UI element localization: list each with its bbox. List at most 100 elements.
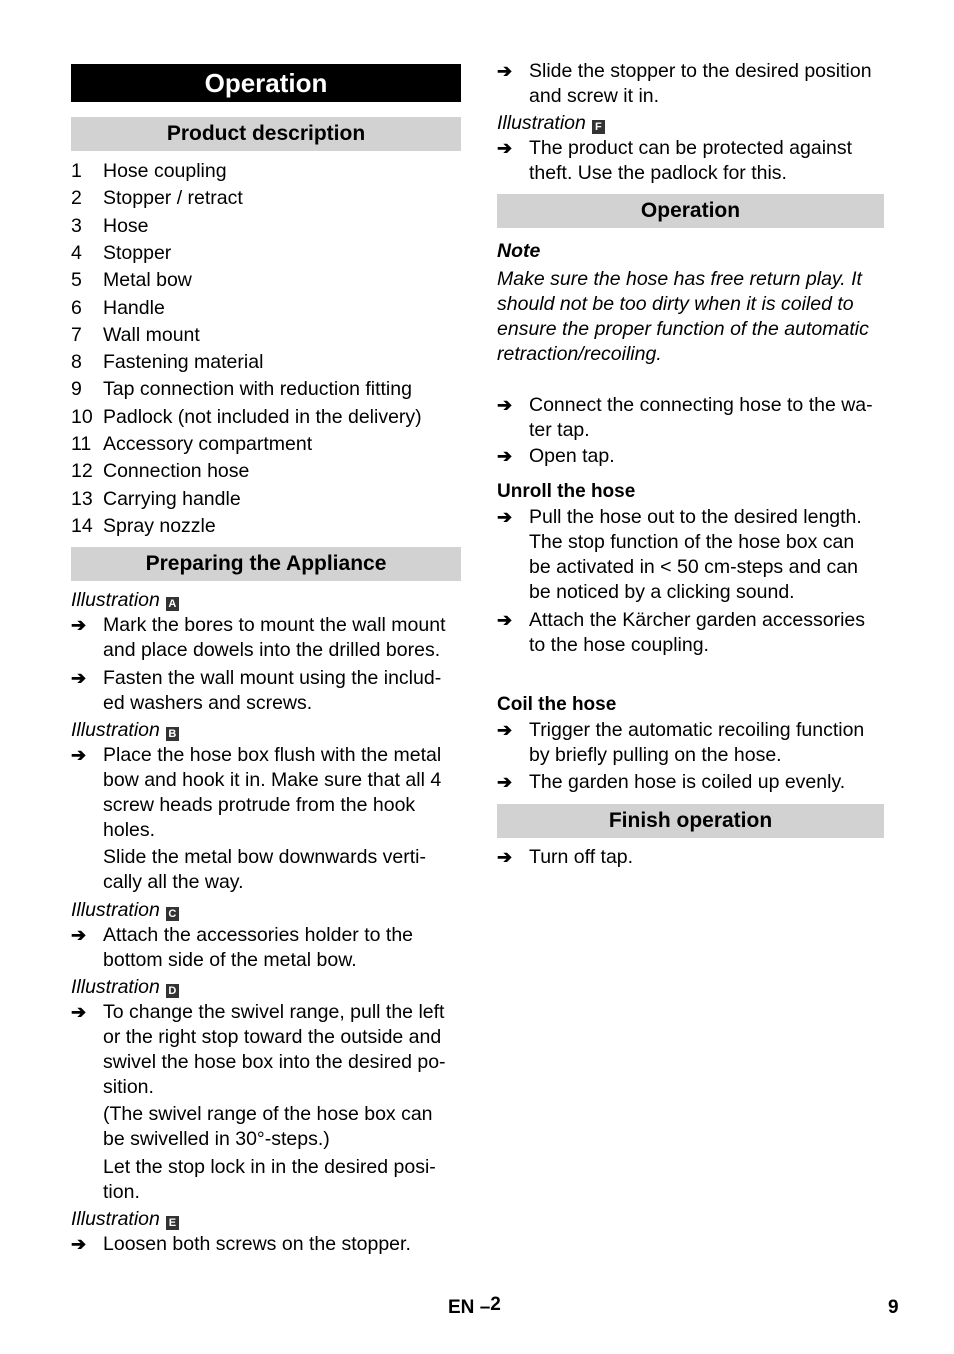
text-line: ed washers and screws. <box>103 692 313 714</box>
text-line: Mark the bores to mount the wall mount <box>103 614 446 636</box>
text-line: be activated in < 50 cm-steps and can <box>529 556 858 578</box>
parts-list-label: Hose coupling <box>103 160 227 182</box>
footer-section-page: 2 <box>490 1294 501 1315</box>
parts-list-label: Stopper <box>103 241 172 264</box>
footer-section-label: EN –2 <box>448 1294 501 1319</box>
parts-list-label: Spray nozzle <box>103 514 216 537</box>
text-line: Connect the connecting hose to the wa- <box>529 394 873 416</box>
parts-list-label: Tap connection with reduction fitting <box>103 378 412 401</box>
parts-list-number: 6 <box>71 296 82 319</box>
parts-list-label: Carrying handle <box>103 487 241 510</box>
text-line: tion. <box>103 1181 140 1203</box>
illustration-badge-e: E <box>165 1216 179 1230</box>
parts-list-number: 5 <box>71 269 82 292</box>
text-line: (The swivel range of the hose box can <box>103 1103 433 1125</box>
subheading-unroll: Unroll the hose <box>497 481 636 502</box>
text-line: Slide the stopper to the desired positio… <box>529 60 872 82</box>
parts-list-label: Hose <box>103 214 149 237</box>
parts-list-number: 4 <box>71 241 82 264</box>
parts-list-number: 8 <box>71 351 82 374</box>
text-line: Attach the accessories holder to the <box>103 924 414 946</box>
arrow-right-icon: ➔ <box>497 395 513 415</box>
text-line: screw heads protrude from the hook <box>103 794 416 816</box>
parts-list-number: 9 <box>71 378 82 401</box>
parts-list-label: Wall mount <box>103 323 200 346</box>
text-line: Attach the Kärcher garden accessories <box>529 609 866 631</box>
text-line: The stop function of the hose box can <box>529 531 855 553</box>
text-line: swivel the hose box into the desired po- <box>103 1051 446 1073</box>
parts-list-number: 1 <box>71 160 82 182</box>
illustration-label-a: Illustration A <box>71 588 179 613</box>
illustration-label-e: Illustration E <box>71 1207 179 1232</box>
arrow-right-icon: ➔ <box>71 1002 87 1022</box>
section-heading-preparing: Preparing the Appliance <box>71 547 461 581</box>
illustration-label-f: Illustration F <box>497 111 605 136</box>
arrow-right-icon: ➔ <box>71 925 87 945</box>
illustration-badge-f: F <box>591 120 605 134</box>
arrow-right-icon: ➔ <box>497 507 513 527</box>
text-line: Let the stop lock in in the desired posi… <box>103 1156 436 1178</box>
parts-list-number: 14 <box>71 514 93 537</box>
page-title: Operation <box>71 64 461 102</box>
parts-list-number: 3 <box>71 214 82 237</box>
text-line: be swivelled in 30°-steps.) <box>103 1128 330 1150</box>
parts-list-label: Metal bow <box>103 269 192 292</box>
text-line: sition. <box>103 1076 154 1098</box>
parts-list-number: 10 <box>71 405 93 428</box>
text-line: retraction/recoiling. <box>497 343 662 365</box>
text-line: to the hose coupling. <box>529 634 709 656</box>
parts-list-label: Connection hose <box>103 460 250 483</box>
text-line: and screw it in. <box>529 85 660 107</box>
text-line: Slide the metal bow downwards verti- <box>103 846 426 868</box>
text-line: Trigger the automatic recoiling function <box>529 719 865 741</box>
section-heading-product-description: Product description <box>71 117 461 151</box>
text-line: Turn off tap. <box>529 846 634 868</box>
text-line: The garden hose is coiled up evenly. <box>529 771 846 793</box>
text-line: Fasten the wall mount using the includ- <box>103 667 442 689</box>
arrow-right-icon: ➔ <box>497 446 513 466</box>
text-line: cally all the way. <box>103 871 244 893</box>
arrow-right-icon: ➔ <box>497 720 513 740</box>
note-heading: Note <box>497 240 541 262</box>
text-line: be noticed by a clicking sound. <box>529 581 795 603</box>
text-line: theft. Use the padlock for this. <box>529 162 787 184</box>
page-number: 9 <box>888 1297 899 1318</box>
footer-separator: – <box>479 1297 491 1318</box>
arrow-right-icon: ➔ <box>497 610 513 630</box>
arrow-right-icon: ➔ <box>497 772 513 792</box>
parts-list-label: Handle <box>103 296 165 319</box>
arrow-right-icon: ➔ <box>71 668 87 688</box>
parts-list-number: 13 <box>71 487 93 510</box>
arrow-right-icon: ➔ <box>497 847 513 867</box>
illustration-badge-c: C <box>165 907 179 921</box>
parts-list-number: 2 <box>71 187 82 210</box>
text-line: Place the hose box flush with the metal <box>103 744 442 766</box>
text-line: and place dowels into the drilled bores. <box>103 639 441 661</box>
illustration-badge-a: A <box>165 597 179 611</box>
arrow-right-icon: ➔ <box>71 745 87 765</box>
parts-list-label: Accessory compartment <box>103 433 313 455</box>
arrow-right-icon: ➔ <box>497 61 513 81</box>
footer-lang: EN <box>448 1297 475 1318</box>
arrow-right-icon: ➔ <box>71 615 87 635</box>
text-line: bow and hook it in. Make sure that all 4 <box>103 769 442 791</box>
text-line: should not be too dirty when it is coile… <box>497 293 854 315</box>
parts-list-number: 11 <box>71 433 92 455</box>
text-line: by briefly pulling on the hose. <box>529 744 782 766</box>
illustration-label-d: Illustration D <box>71 975 179 1000</box>
parts-list-label: Fastening material <box>103 351 264 374</box>
section-heading-finish: Finish operation <box>497 804 884 838</box>
illustration-badge-b: B <box>165 727 179 741</box>
text-line: Loosen both screws on the stopper. <box>103 1233 411 1255</box>
illustration-label-c: Illustration C <box>71 898 179 923</box>
section-heading-operation: Operation <box>497 194 884 228</box>
text-line: Pull the hose out to the desired length. <box>529 506 862 528</box>
parts-list-label: Padlock (not included in the delivery) <box>103 405 422 428</box>
text-line: ter tap. <box>529 419 590 441</box>
text-line: or the right stop toward the outside and <box>103 1026 442 1048</box>
parts-list-number: 12 <box>71 460 93 483</box>
subheading-coil: Coil the hose <box>497 694 617 715</box>
illustration-badge-d: D <box>165 984 179 998</box>
illustration-label-b: Illustration B <box>71 718 179 743</box>
text-line: ensure the proper function of the automa… <box>497 318 869 340</box>
